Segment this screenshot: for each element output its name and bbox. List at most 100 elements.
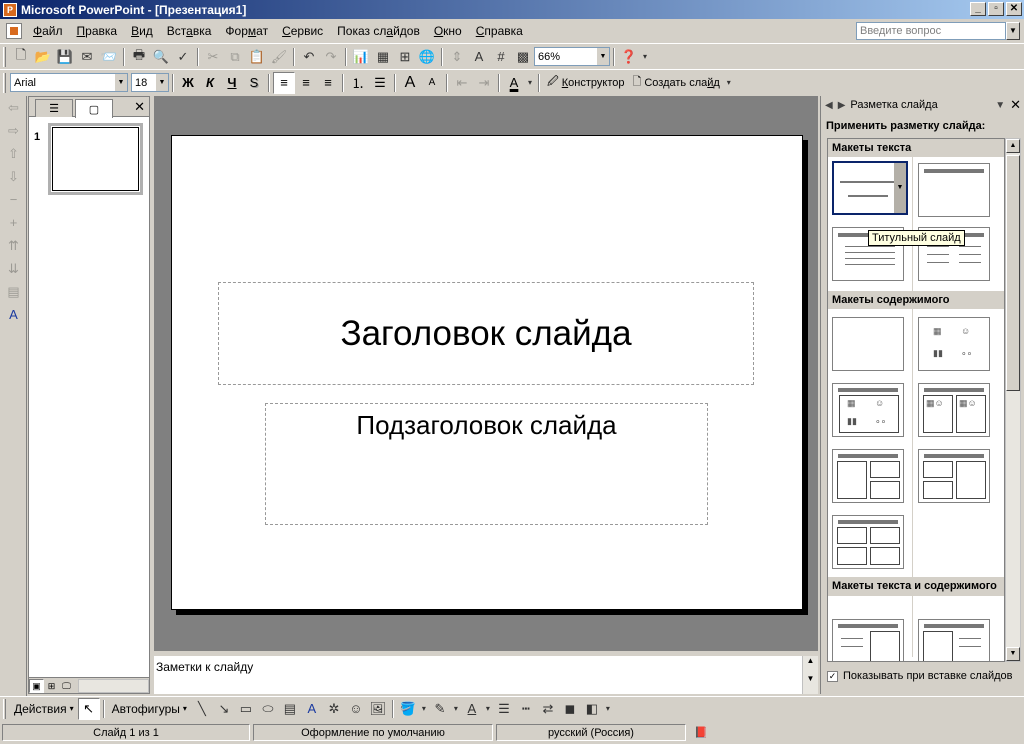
increase-indent-icon[interactable]: ⇥ bbox=[473, 72, 495, 94]
font-color-dropdown-icon[interactable]: ▾ bbox=[525, 72, 535, 94]
status-language[interactable]: русский (Россия) bbox=[496, 724, 686, 741]
line-color-icon[interactable]: ✎ bbox=[429, 698, 451, 720]
collapse-icon[interactable]: − bbox=[0, 188, 27, 211]
tab-outline[interactable]: ☰ bbox=[35, 99, 73, 117]
oval-icon[interactable]: ⬭ bbox=[257, 698, 279, 720]
increase-font-icon[interactable]: A bbox=[399, 72, 421, 94]
color-grayscale-icon[interactable]: ▩ bbox=[512, 46, 534, 68]
menu-window[interactable]: Окно bbox=[427, 24, 469, 38]
tables-borders-icon[interactable]: ⊞ bbox=[394, 46, 416, 68]
menu-insert[interactable]: Вставка bbox=[160, 24, 219, 38]
zoom-select[interactable]: 66% ▼ bbox=[534, 47, 610, 66]
expand-icon[interactable]: + bbox=[0, 211, 27, 234]
font-color-dropdown-icon[interactable]: ▾ bbox=[483, 698, 493, 720]
spelling-status-icon[interactable]: 📕 bbox=[689, 724, 713, 741]
toolbar-options-icon[interactable]: ▾ bbox=[724, 72, 734, 94]
layout-title-content-two-content[interactable] bbox=[832, 449, 904, 503]
slide-canvas[interactable]: Заголовок слайда Подзаголовок слайда bbox=[171, 135, 803, 610]
powerpoint-app-icon[interactable]: P bbox=[3, 2, 17, 17]
tab-slides[interactable]: ▢ bbox=[75, 99, 113, 118]
forward-icon[interactable]: ▶ bbox=[838, 100, 846, 111]
slide-sorter-icon[interactable]: ⊞ bbox=[44, 679, 59, 693]
move-up-icon[interactable]: ⇧ bbox=[0, 142, 27, 165]
task-pane-menu-icon[interactable]: ▼ bbox=[995, 100, 1005, 111]
clipart-icon[interactable]: ☺ bbox=[345, 698, 367, 720]
show-formatting-icon[interactable]: A bbox=[468, 46, 490, 68]
notes-placeholder[interactable]: Заметки к слайду bbox=[156, 660, 253, 674]
arrow-icon[interactable]: ↘ bbox=[213, 698, 235, 720]
layout-content[interactable]: ▦ ☺ ▮▮ ∘∘ bbox=[918, 317, 990, 371]
permission-icon[interactable]: ✉ bbox=[76, 46, 98, 68]
move-down-icon[interactable]: ⇩ bbox=[0, 165, 27, 188]
toolbar-grip[interactable] bbox=[3, 46, 6, 67]
textbox-icon[interactable]: ▤ bbox=[279, 698, 301, 720]
back-icon[interactable]: ◀ bbox=[825, 100, 833, 111]
fill-color-dropdown-icon[interactable]: ▾ bbox=[419, 698, 429, 720]
toolbar-options-icon[interactable]: ▾ bbox=[603, 698, 613, 720]
new-slide-button[interactable]: 🗋 Создать сла й д bbox=[628, 73, 723, 92]
underline-button[interactable]: Ч bbox=[221, 72, 243, 94]
line-style-icon[interactable]: ☰ bbox=[493, 698, 515, 720]
font-size-select[interactable]: 18 ▼ bbox=[131, 73, 169, 92]
font-color-icon[interactable]: A bbox=[503, 72, 525, 94]
diagram-icon[interactable]: ✲ bbox=[323, 698, 345, 720]
close-button[interactable]: ✕ bbox=[1006, 2, 1022, 16]
scroll-thumb[interactable] bbox=[1006, 155, 1020, 391]
status-design[interactable]: Оформление по умолчанию bbox=[253, 724, 493, 741]
task-pane-scrollbar[interactable]: ▲ ▼ bbox=[1005, 138, 1021, 662]
font-color-icon[interactable]: A bbox=[461, 698, 483, 720]
show-on-insert-checkbox[interactable]: ✓ bbox=[827, 670, 838, 682]
menu-format[interactable]: Формат bbox=[218, 24, 275, 38]
slideshow-icon[interactable]: 🖵 bbox=[59, 679, 74, 693]
layout-title-content-text[interactable] bbox=[918, 619, 990, 661]
notes-pane[interactable]: Заметки к слайду ▲ ▼ bbox=[154, 654, 818, 694]
layout-blank[interactable] bbox=[832, 317, 904, 371]
redo-icon[interactable]: ↷ bbox=[320, 46, 342, 68]
minimize-button[interactable]: _ bbox=[970, 2, 986, 16]
insert-table-icon[interactable]: ▦ bbox=[372, 46, 394, 68]
help-icon[interactable]: ❓ bbox=[618, 46, 640, 68]
fill-color-icon[interactable]: 🪣 bbox=[397, 698, 419, 720]
font-select[interactable]: Arial ▼ bbox=[10, 73, 128, 92]
notes-scrollbar[interactable]: ▲ ▼ bbox=[802, 656, 818, 694]
shadow-button[interactable]: S bbox=[243, 72, 265, 94]
insert-picture-icon[interactable]: 🖼 bbox=[367, 698, 389, 720]
layout-title-only[interactable] bbox=[918, 163, 990, 217]
paste-icon[interactable]: 📋 bbox=[246, 46, 268, 68]
task-pane-title[interactable]: Разметка слайда bbox=[850, 99, 990, 111]
actions-menu-button[interactable]: Действия ▾ bbox=[10, 702, 78, 716]
scroll-down-icon[interactable]: ▼ bbox=[1006, 647, 1020, 661]
decrease-indent-icon[interactable]: ⇤ bbox=[451, 72, 473, 94]
title-placeholder[interactable]: Заголовок слайда bbox=[218, 282, 754, 385]
expand-all-icon[interactable]: ⇕ bbox=[446, 46, 468, 68]
menu-view[interactable]: Вид bbox=[124, 24, 160, 38]
cut-icon[interactable]: ✂ bbox=[202, 46, 224, 68]
shadow-style-icon[interactable]: ◼ bbox=[559, 698, 581, 720]
new-icon[interactable]: 🗋 bbox=[10, 46, 32, 68]
print-preview-icon[interactable]: 🔍 bbox=[150, 46, 172, 68]
show-on-insert-option[interactable]: ✓ Показывать при вставке слайдов bbox=[827, 670, 1013, 682]
close-icon[interactable]: ✕ bbox=[134, 99, 145, 115]
bold-button[interactable]: Ж bbox=[177, 72, 199, 94]
summary-slide-icon[interactable]: ▤ bbox=[0, 280, 27, 303]
layout-title-slide[interactable]: ▼ bbox=[831, 160, 909, 216]
toolbar-grip[interactable] bbox=[3, 72, 6, 93]
ask-question-dropdown[interactable]: ▼ bbox=[1006, 22, 1020, 40]
undo-icon[interactable]: ↶ bbox=[298, 46, 320, 68]
3d-style-icon[interactable]: ◧ bbox=[581, 698, 603, 720]
toolbar-options-icon[interactable]: ▾ bbox=[640, 46, 650, 68]
align-left-icon[interactable]: ≡ bbox=[273, 71, 295, 94]
close-icon[interactable]: ✕ bbox=[1010, 97, 1021, 113]
menu-help[interactable]: Справка bbox=[469, 24, 530, 38]
designer-button[interactable]: 🖉 Конструктор bbox=[543, 73, 628, 92]
document-icon[interactable] bbox=[6, 23, 22, 39]
line-icon[interactable]: ╲ bbox=[191, 698, 213, 720]
collapse-all-icon[interactable]: ⇈ bbox=[0, 234, 27, 257]
promote-icon[interactable]: ⇦ bbox=[0, 96, 27, 119]
print-icon[interactable]: 🖶 bbox=[128, 46, 150, 68]
horizontal-scrollbar[interactable] bbox=[78, 678, 149, 693]
numbering-icon[interactable]: ⒈ bbox=[347, 72, 369, 94]
subtitle-placeholder[interactable]: Подзаголовок слайда bbox=[265, 403, 708, 525]
layout-title-text-content[interactable] bbox=[832, 619, 904, 661]
normal-view-icon[interactable]: ▣ bbox=[29, 678, 44, 693]
